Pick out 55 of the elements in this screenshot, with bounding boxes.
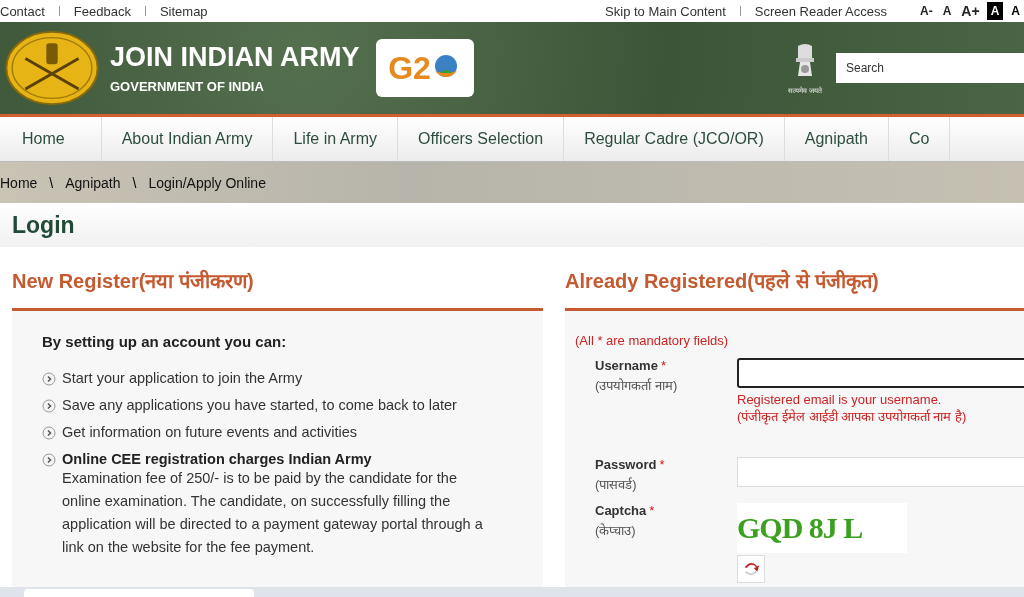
refresh-captcha-button[interactable]	[737, 555, 765, 583]
font-size-button[interactable]: A-	[917, 4, 936, 18]
contrast-button[interactable]: A	[986, 2, 1004, 20]
search-field[interactable]: Search	[836, 53, 1024, 83]
nav-item[interactable]: About Indian Army	[101, 117, 274, 161]
chevron-circle-icon	[42, 453, 56, 467]
required-mark: *	[659, 457, 665, 472]
site-subtitle: GOVERNMENT OF INDIA	[110, 79, 265, 94]
field-label-hindi: (पासवर्ड)	[595, 476, 638, 493]
site-title: JOIN INDIAN ARMY	[110, 42, 360, 73]
breadcrumb-link[interactable]: Login/Apply Online	[148, 174, 266, 191]
benefit-heading: Online CEE registration charges Indian Army	[62, 451, 373, 467]
page-title: Login	[12, 211, 75, 239]
font-size-button[interactable]: A+	[958, 3, 983, 19]
nav-item[interactable]: Officers Selection	[398, 117, 565, 161]
field-hint: Registered email is your username.	[737, 392, 943, 407]
username-field[interactable]	[737, 358, 1024, 388]
nav-item[interactable]: Home	[0, 117, 102, 161]
chevron-circle-icon	[42, 372, 56, 386]
mandatory-note: (All * are mandatory fields)	[575, 333, 730, 348]
g20-logo: G2	[375, 39, 474, 97]
field-hint-hindi: (पंजीकृत ईमेल आईडी आपका उपयोगकर्ता नाम है)	[737, 408, 968, 425]
top-link[interactable]: Sitemap	[159, 3, 208, 19]
field-label-hindi: (उपयोगकर्ता नाम)	[595, 377, 679, 394]
breadcrumb-separator: \	[132, 174, 137, 191]
top-link[interactable]: Contact	[0, 3, 45, 19]
taskbar-search-field[interactable]	[24, 589, 254, 597]
benefit-text: Get information on future events and activities	[62, 424, 357, 440]
breadcrumb-link[interactable]: Home	[0, 174, 38, 191]
required-mark: *	[660, 358, 666, 373]
field-label: Username	[595, 358, 658, 373]
field-label-hindi: (केप्चाउ)	[595, 522, 637, 539]
top-link[interactable]: Feedback	[73, 3, 131, 19]
breadcrumb-separator: \	[49, 174, 54, 191]
chevron-circle-icon	[42, 399, 56, 413]
benefit-text: Save any applications you have started, to come back to later	[62, 397, 457, 413]
refresh-icon	[742, 560, 760, 578]
army-emblem-icon	[4, 30, 100, 106]
accessibility-link[interactable]: Skip to Main Content	[605, 3, 726, 19]
nav-item[interactable]: Agnipath	[784, 117, 889, 161]
accessibility-link[interactable]: Screen Reader Access	[754, 3, 887, 19]
field-label: Captcha	[595, 503, 647, 518]
field-label: Password	[595, 457, 657, 472]
benefit-text: Start your application to join the Army	[62, 370, 303, 386]
font-size-button[interactable]: A	[939, 4, 955, 18]
chevron-circle-icon	[42, 426, 56, 440]
captcha-image: GQD 8J L	[737, 503, 907, 553]
nav-item[interactable]: Co	[888, 117, 951, 161]
intro-text: By setting up an account you can:	[42, 333, 288, 350]
nav-item[interactable]: Life in Army	[273, 117, 399, 161]
benefit-description: Examination fee of 250/- is to be paid by the candidate for the online examination. The candidate, on successfully filling the application will be directed to a payment gateway portal through a link on the website for the fee payment.	[62, 469, 484, 557]
nav-item[interactable]: Regular Cadre (JCO/OR)	[564, 117, 785, 161]
password-field[interactable]	[737, 457, 1024, 487]
breadcrumb-link[interactable]: Agnipath	[65, 174, 121, 191]
required-mark: *	[649, 503, 655, 518]
